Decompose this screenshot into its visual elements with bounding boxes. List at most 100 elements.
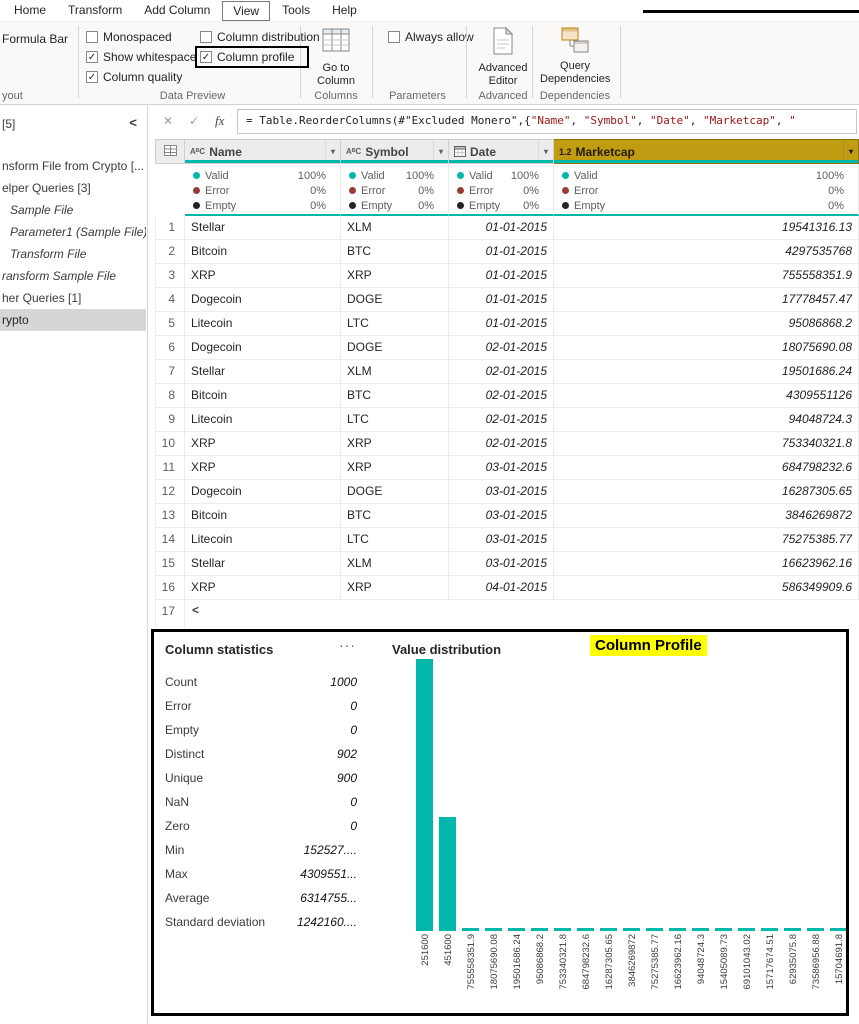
distribution-bar[interactable] <box>646 928 663 931</box>
always-allow-checkbox[interactable]: Always allow <box>388 30 474 44</box>
stat-value: 0 <box>350 795 357 809</box>
table-row[interactable]: 3 XRP XRP 01-01-2015 755558351.9 <box>155 264 859 288</box>
formula-segment: " <box>789 114 796 127</box>
monospaced-checkbox[interactable]: Monospaced <box>86 30 172 44</box>
column-header-symbol[interactable]: AᴮC Symbol ▾ <box>341 139 449 164</box>
query-item[interactable]: nsform File from Crypto [... <box>0 155 146 177</box>
cell-marketcap: 95086868.2 <box>554 312 859 335</box>
check-icon[interactable]: ✓ <box>189 114 199 128</box>
go-to-column-button[interactable]: Go to Column <box>306 26 366 88</box>
distribution-bar[interactable] <box>485 928 502 931</box>
distribution-bar[interactable] <box>508 928 525 931</box>
menu-tab-view[interactable]: View <box>222 0 271 21</box>
query-item[interactable]: rypto <box>0 309 146 331</box>
column-quality-bar <box>554 160 858 163</box>
distribution-bar[interactable] <box>669 928 686 931</box>
cell-symbol: DOGE <box>341 480 449 503</box>
formula-bar-checkbox[interactable]: Formula Bar <box>2 32 68 46</box>
error-dot <box>457 187 464 194</box>
table-row[interactable]: 9 Litecoin LTC 02-01-2015 94048724.3 <box>155 408 859 432</box>
query-item[interactable]: Sample File <box>0 199 146 221</box>
quality-percent: 100% <box>297 169 326 182</box>
stat-value: 0 <box>350 699 357 713</box>
table-row[interactable]: 6 Dogecoin DOGE 02-01-2015 18075690.08 <box>155 336 859 360</box>
menu-tab-help[interactable]: Help <box>322 1 367 21</box>
cell-date: 02-01-2015 <box>449 408 554 431</box>
distribution-bar[interactable] <box>623 928 640 931</box>
distribution-bar[interactable] <box>784 928 801 931</box>
table-grid-icon <box>306 26 366 60</box>
table-row[interactable]: 13 Bitcoin BTC 03-01-2015 3846269872 <box>155 504 859 528</box>
distribution-bar[interactable] <box>554 928 571 931</box>
distribution-bar[interactable] <box>462 928 479 931</box>
grid-icon <box>163 144 177 159</box>
table-row[interactable]: 2 Bitcoin BTC 01-01-2015 4297535768 <box>155 240 859 264</box>
distribution-bar[interactable] <box>416 659 433 931</box>
table-row[interactable]: 7 Stellar XLM 02-01-2015 19501686.24 <box>155 360 859 384</box>
cell-marketcap: 19541316.13 <box>554 216 859 239</box>
distribution-bar[interactable] <box>761 928 778 931</box>
distribution-bar[interactable] <box>692 928 709 931</box>
cell-symbol: BTC <box>341 384 449 407</box>
quality-label: Empty <box>205 199 237 212</box>
distribution-bar[interactable] <box>807 928 824 931</box>
checkbox-checked-icon <box>86 51 98 63</box>
menu-tab-add-column[interactable]: Add Column <box>134 1 220 21</box>
column-distribution-checkbox[interactable]: Column distribution <box>200 30 320 44</box>
table-row[interactable]: 11 XRP XRP 03-01-2015 684798232.6 <box>155 456 859 480</box>
menu-tab-home[interactable]: Home <box>4 1 56 21</box>
table-row[interactable]: 16 XRP XRP 04-01-2015 586349909.6 <box>155 576 859 600</box>
table-row[interactable]: 4 Dogecoin DOGE 01-01-2015 17778457.47 <box>155 288 859 312</box>
table-row[interactable]: 1 Stellar XLM 01-01-2015 19541316.13 <box>155 216 859 240</box>
horizontal-scroll-left-button[interactable]: < <box>185 600 199 628</box>
column-profile-checkbox[interactable]: Column profile <box>200 50 294 64</box>
stat-label: Average <box>165 891 210 905</box>
more-options-icon[interactable]: ··· <box>339 637 356 653</box>
table-row[interactable]: 10 XRP XRP 02-01-2015 753340321.8 <box>155 432 859 456</box>
cell-symbol: XRP <box>341 456 449 479</box>
distribution-bar[interactable] <box>577 928 594 931</box>
distribution-bar[interactable] <box>439 817 456 931</box>
quality-percent: 0% <box>523 184 539 197</box>
quality-stat-error: Error 0% <box>193 183 334 198</box>
distribution-bar-label: 755558351.9 <box>466 934 477 990</box>
distribution-bar[interactable] <box>715 928 732 931</box>
query-item[interactable]: her Queries [1] <box>0 287 146 309</box>
column-quality-checkbox[interactable]: Column quality <box>86 70 182 84</box>
column-header-name[interactable]: AᴮC Name ▾ <box>185 139 341 164</box>
distribution-bar[interactable] <box>531 928 548 931</box>
cancel-icon[interactable]: ✕ <box>163 114 173 128</box>
column-header-marketcap[interactable]: 1.2 Marketcap ▾ <box>554 139 859 164</box>
advanced-editor-button[interactable]: Advanced Editor <box>474 26 532 88</box>
query-list: nsform File from Crypto [... elper Querie… <box>0 155 146 331</box>
query-item[interactable]: elper Queries [3] <box>0 177 146 199</box>
query-dependencies-button[interactable]: Query Dependencies <box>540 26 610 86</box>
formula-segment: = Table.ReorderColumns(#"Excluded Monero… <box>246 114 531 127</box>
row-number-header[interactable] <box>155 139 185 164</box>
distribution-bar[interactable] <box>600 928 617 931</box>
query-item[interactable]: Transform File <box>0 243 146 265</box>
distribution-bar[interactable] <box>738 928 755 931</box>
distribution-bar-label: 684798232.6 <box>581 934 592 990</box>
stat-value: 6314755... <box>300 891 357 905</box>
table-row[interactable]: 12 Dogecoin DOGE 03-01-2015 16287305.65 <box>155 480 859 504</box>
menu-tab-transform[interactable]: Transform <box>58 1 132 21</box>
table-row[interactable]: 8 Bitcoin BTC 02-01-2015 4309551126 <box>155 384 859 408</box>
quality-stat-valid: Valid 100% <box>349 168 442 183</box>
table-row-partial[interactable]: 17 < <box>155 600 859 628</box>
column-header-date[interactable]: Date ▾ <box>449 139 554 164</box>
table-row[interactable]: 14 Litecoin LTC 03-01-2015 75275385.77 <box>155 528 859 552</box>
query-item[interactable]: Parameter1 (Sample File) <box>0 221 146 243</box>
table-row[interactable]: 5 Litecoin LTC 01-01-2015 95086868.2 <box>155 312 859 336</box>
query-item[interactable]: ransform Sample File <box>0 265 146 287</box>
formula-input[interactable]: = Table.ReorderColumns(#"Excluded Monero… <box>237 109 857 134</box>
row-number: 1 <box>155 216 185 239</box>
ribbon-separator <box>78 26 79 98</box>
show-whitespace-checkbox[interactable]: Show whitespace <box>86 50 196 64</box>
distribution-bar[interactable] <box>830 928 846 931</box>
collapse-pane-icon[interactable]: < <box>129 115 137 130</box>
calendar-icon <box>454 145 466 159</box>
cell-symbol: LTC <box>341 312 449 335</box>
table-row[interactable]: 15 Stellar XLM 03-01-2015 16623962.16 <box>155 552 859 576</box>
menu-tab-tools[interactable]: Tools <box>272 1 320 21</box>
